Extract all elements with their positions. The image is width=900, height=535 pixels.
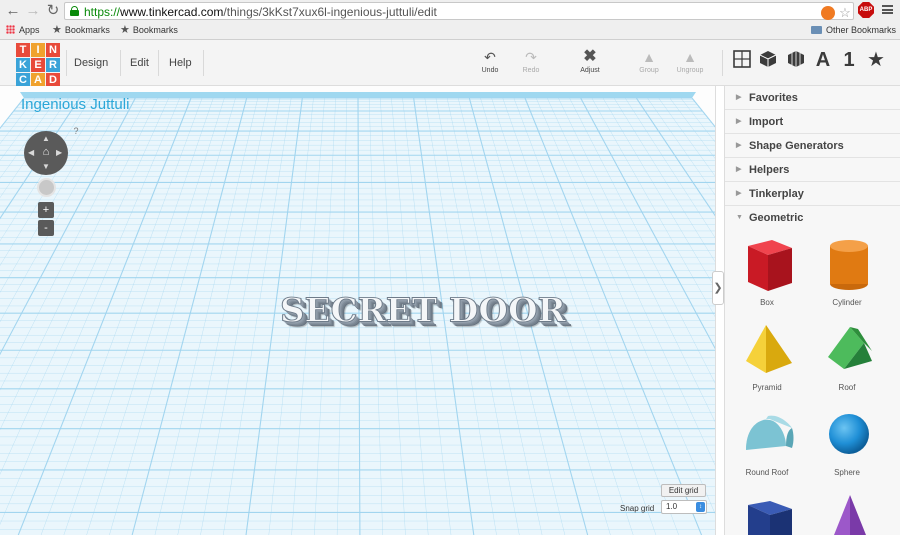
browser-toolbar: ← → ↻ https://www.tinkercad.com/things/3… <box>0 0 900 40</box>
secret-door-text-object[interactable]: SECRET DOOR <box>280 292 567 331</box>
menu-design[interactable]: Design <box>66 40 116 86</box>
adjust-icon: ✖ <box>583 48 597 65</box>
app-header: TIN KER CAD Design Edit Help ↶ Undo ↷ Redo… <box>0 40 900 87</box>
shape-icon <box>748 501 792 535</box>
browser-menu-icon[interactable] <box>882 5 893 14</box>
shapes-panel: ▶ Favorites ▶ Import ▶ Shape Generators ▶ He… <box>724 86 900 535</box>
menu-help[interactable]: Help <box>161 40 200 86</box>
triangle-right-icon: ▶ <box>736 118 742 125</box>
snap-grid-select[interactable]: 1.0 ↕ <box>661 500 707 514</box>
back-arrow-icon[interactable]: ← <box>4 2 22 20</box>
shape-round-roof[interactable]: Round Roof <box>732 406 802 486</box>
url-text: https://www.tinkercad.com/things/3kKst7x… <box>84 5 437 19</box>
shape-wedge-partial[interactable] <box>732 491 802 535</box>
zoom-in-button[interactable]: + <box>38 202 54 218</box>
folder-icon <box>811 26 822 34</box>
zoom-out-button[interactable]: - <box>38 220 54 236</box>
bookmark-star-icon[interactable]: ☆ <box>838 6 852 20</box>
bookmark-apps[interactable]: Apps <box>6 23 40 37</box>
select-arrows-icon: ↕ <box>696 502 705 512</box>
design-title[interactable]: Ingenious Juttuli <box>21 96 129 113</box>
undo-icon: ↶ <box>484 49 496 65</box>
shape-icon <box>834 495 866 535</box>
home-view-icon[interactable]: ⌂ <box>40 146 52 158</box>
triangle-down-icon: ▼ <box>736 214 743 221</box>
tinkercad-logo[interactable]: TIN KER CAD <box>16 43 60 87</box>
shape-pyramid[interactable]: Pyramid <box>732 321 802 401</box>
bookmark-item[interactable]: ★ Bookmarks <box>120 23 178 37</box>
roof-shape-icon <box>828 327 872 369</box>
extension-icon[interactable] <box>821 6 835 20</box>
bookmark-star-icon: ★ <box>52 24 62 36</box>
sphere-shape-icon <box>829 414 869 454</box>
shape-cylinder[interactable]: Cylinder <box>812 236 882 316</box>
forward-arrow-icon[interactable]: → <box>24 2 42 20</box>
bookmark-star-icon: ★ <box>120 24 130 36</box>
triangle-right-icon: ▶ <box>736 94 742 101</box>
box-view-icon[interactable] <box>757 49 779 71</box>
category-shape-generators[interactable]: ▶ Shape Generators <box>725 134 900 158</box>
ungroup-button[interactable]: ▲ Ungroup <box>665 48 715 74</box>
round-roof-shape-icon <box>746 415 794 450</box>
orbit-down-arrow-icon[interactable]: ▼ <box>42 163 50 171</box>
lock-icon <box>70 6 79 16</box>
view-navigation-control[interactable]: ▲ ▼ ◀ ▶ ⌂ <box>24 131 68 175</box>
shape-roof[interactable]: Roof <box>812 321 882 401</box>
redo-button[interactable]: ↷ Redo <box>506 48 556 74</box>
category-geometric[interactable]: ▼ Geometric <box>725 206 900 230</box>
triangle-right-icon: ▶ <box>736 190 742 197</box>
cylinder-shape-icon <box>830 240 868 290</box>
snap-grid-label: Snap grid <box>620 504 655 513</box>
orbit-up-arrow-icon[interactable]: ▲ <box>42 135 50 143</box>
address-bar[interactable]: https://www.tinkercad.com/things/3kKst7x… <box>64 2 854 20</box>
grid-view-icon[interactable] <box>731 49 753 71</box>
triangle-right-icon: ▶ <box>736 142 742 149</box>
edit-grid-button[interactable]: Edit grid <box>661 484 706 497</box>
number-icon[interactable]: 1 <box>838 49 860 71</box>
workplane-canvas[interactable]: Ingenious Juttuli ▲ ▼ ◀ ▶ ⌂ ? + - SECRET… <box>0 86 716 535</box>
ungroup-icon: ▲ <box>683 49 697 65</box>
orbit-left-arrow-icon[interactable]: ◀ <box>28 149 34 157</box>
adjust-button[interactable]: ✖ Adjust <box>565 48 615 74</box>
panel-collapse-tab[interactable]: ❯ <box>712 271 724 305</box>
redo-icon: ↷ <box>525 49 537 65</box>
fit-view-button[interactable] <box>37 178 56 197</box>
apps-grid-icon <box>6 25 15 34</box>
category-import[interactable]: ▶ Import <box>725 110 900 134</box>
text-icon[interactable]: A <box>812 49 834 71</box>
menu-edit[interactable]: Edit <box>122 40 157 86</box>
pyramid-shape-icon <box>746 325 792 373</box>
help-icon[interactable]: ? <box>71 126 81 137</box>
other-bookmarks[interactable]: Other Bookmarks <box>811 23 896 37</box>
triangle-right-icon: ▶ <box>736 166 742 173</box>
category-favorites[interactable]: ▶ Favorites <box>725 86 900 110</box>
wireframe-view-icon[interactable] <box>785 49 807 71</box>
box-shape-icon <box>748 240 792 291</box>
star-icon[interactable]: ★ <box>865 49 887 71</box>
reload-icon[interactable]: ↻ <box>44 2 62 20</box>
adblock-icon[interactable]: ABP <box>858 2 874 18</box>
shape-box[interactable]: Box <box>732 236 802 316</box>
bookmark-item[interactable]: ★ Bookmarks <box>52 23 110 37</box>
shape-sphere[interactable]: Sphere <box>812 406 882 486</box>
shape-cone-partial[interactable] <box>812 491 882 535</box>
group-icon: ▲ <box>642 49 656 65</box>
orbit-right-arrow-icon[interactable]: ▶ <box>56 149 62 157</box>
category-helpers[interactable]: ▶ Helpers <box>725 158 900 182</box>
category-tinkerplay[interactable]: ▶ Tinkerplay <box>725 182 900 206</box>
